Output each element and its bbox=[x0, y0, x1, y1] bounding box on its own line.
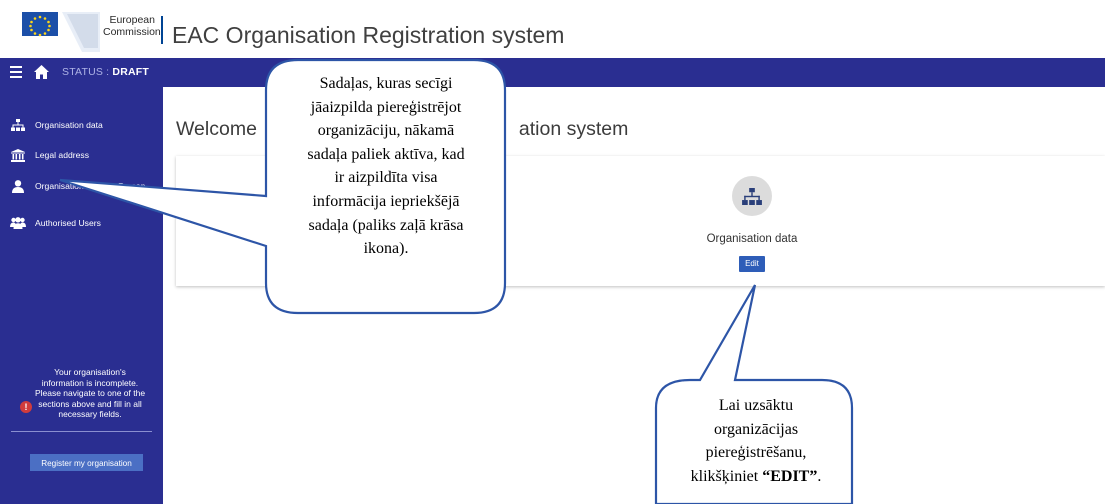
sidebar-item-organisation-data[interactable]: Organisation data bbox=[0, 114, 163, 136]
callout-top-line: ir aizpildīta visa bbox=[334, 169, 438, 187]
organisation-data-card-label: Organisation data bbox=[706, 233, 798, 245]
sidebar-item-label: Organisation data bbox=[35, 120, 103, 130]
logo-line-1: European bbox=[109, 14, 155, 26]
callout-top-line: sadaļa paliek aktīva, kad bbox=[307, 145, 465, 163]
home-icon[interactable] bbox=[33, 64, 50, 80]
bank-icon bbox=[10, 148, 26, 162]
welcome-heading-start: Welcome bbox=[176, 118, 257, 140]
sidebar-divider bbox=[11, 431, 152, 432]
sidebar-item-label: Legal address bbox=[35, 150, 89, 160]
welcome-heading-end: ation system bbox=[518, 118, 629, 140]
app-header: European Commission EAC Organisation Reg… bbox=[0, 0, 1105, 58]
organisation-data-card-icon bbox=[732, 176, 772, 216]
callout-bottom-prefix: klikšķiniet bbox=[690, 467, 763, 485]
logo-line-2: Commission bbox=[103, 26, 161, 38]
callout-bottom-bold: “EDIT” bbox=[762, 467, 818, 485]
sidebar-item-label: Authorised Users bbox=[35, 218, 101, 228]
callout-top-text: Sadaļas, kuras secīgi jāaizpilda piereģi… bbox=[266, 72, 506, 261]
callout-top-line: Sadaļas, kuras secīgi bbox=[319, 75, 453, 92]
top-nav-bar: STATUS : DRAFT bbox=[0, 58, 1105, 87]
users-icon bbox=[10, 216, 26, 230]
callout-bottom-suffix: . bbox=[817, 467, 822, 485]
sidebar-item-authorised-users[interactable]: Authorised Users bbox=[0, 212, 163, 234]
callout-top-line: jāaizpilda piereģistrējot bbox=[310, 98, 462, 116]
status-label: STATUS : bbox=[62, 66, 110, 78]
callout-bottom-line: piereģistrēšanu, bbox=[705, 444, 807, 461]
callout-bottom-line: organizācijas bbox=[713, 420, 799, 438]
edit-button[interactable]: Edit bbox=[739, 256, 765, 272]
callout-top-line: informācija iepriekšējā bbox=[312, 192, 460, 210]
callout-bottom-text: Lai uzsāktu organizācijas piereģistrēšan… bbox=[656, 394, 856, 488]
sidebar-item-legal-address[interactable]: Legal address bbox=[0, 144, 163, 166]
sidebar-item-contact-person[interactable]: Organisation Contact Person bbox=[0, 175, 163, 197]
warning-icon: ! bbox=[20, 401, 32, 413]
app-title: EAC Organisation Registration system bbox=[172, 22, 565, 48]
callout-top-line: organizāciju, nākamā bbox=[317, 122, 455, 140]
hamburger-menu-icon[interactable] bbox=[10, 66, 22, 78]
register-organisation-button[interactable]: Register my organisation bbox=[30, 454, 143, 471]
ec-logo-text: European Commission bbox=[103, 14, 161, 38]
callout-top-line: sadaļa (paliks zaļā krāsa bbox=[308, 216, 464, 234]
callout-top-line: ikona). bbox=[363, 240, 409, 258]
sitemap-icon bbox=[10, 118, 26, 132]
sidebar-item-label: Organisation Contact Person bbox=[35, 181, 146, 191]
sitemap-icon bbox=[742, 187, 762, 205]
callout-bottom-line: Lai uzsāktu bbox=[718, 397, 794, 414]
status-value: DRAFT bbox=[112, 66, 149, 78]
sidebar: Organisation data Legal address Organisa… bbox=[0, 87, 163, 504]
logo-separator bbox=[161, 16, 163, 44]
status-indicator: STATUS : DRAFT bbox=[62, 66, 149, 78]
incomplete-info-message: Your organisation's information is incom… bbox=[34, 367, 146, 419]
user-icon bbox=[10, 179, 26, 193]
callout-bottom-line: klikšķiniet “EDIT”. bbox=[656, 465, 856, 489]
